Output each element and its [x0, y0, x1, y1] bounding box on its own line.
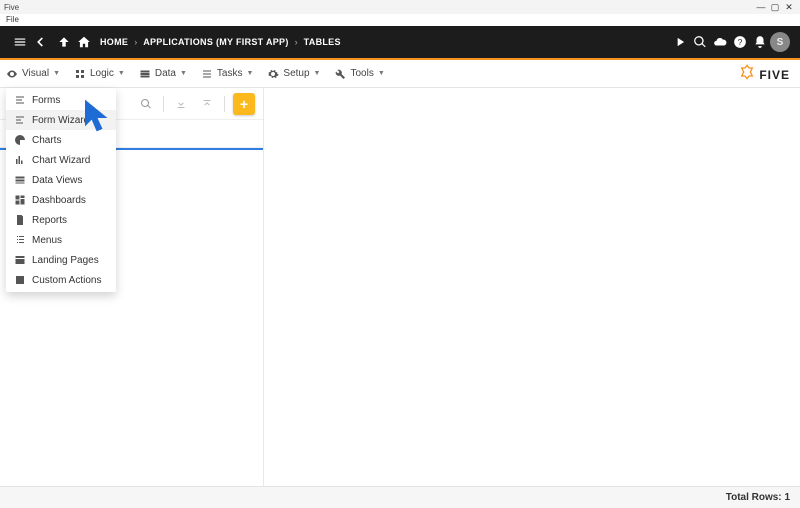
dropdown-item-label: Dashboards [32, 195, 86, 206]
toolbar-tools-label: Tools [350, 68, 373, 79]
dropdown-item-label: Charts [32, 135, 61, 146]
panel-divider [163, 96, 164, 112]
reports-icon [14, 214, 26, 226]
total-rows-label: Total Rows: [726, 492, 782, 503]
help-icon[interactable]: ? [730, 35, 750, 49]
toolbar-visual[interactable]: Visual▼ [6, 68, 60, 80]
toolbar-setup-label: Setup [283, 68, 309, 79]
window-title: Five [4, 3, 19, 12]
dropdown-item-form-wizard[interactable]: Form Wizard [6, 110, 116, 130]
dropdown-item-label: Menus [32, 235, 62, 246]
dropdown-item-charts[interactable]: Charts [6, 130, 116, 150]
dropdown-item-forms[interactable]: Forms [6, 90, 116, 110]
dropdown-item-label: Form Wizard [32, 115, 89, 126]
os-title-bar: Five — ▢ ✕ [0, 0, 800, 14]
svg-text:?: ? [738, 38, 743, 47]
nav-back-icon[interactable] [30, 35, 50, 49]
data-views-icon [14, 174, 26, 186]
eye-icon [6, 68, 18, 80]
toolbar-data[interactable]: Data▼ [139, 68, 187, 80]
charts-icon [14, 134, 26, 146]
search-icon[interactable] [690, 35, 710, 49]
dropdown-item-menus[interactable]: Menus [6, 230, 116, 250]
cloud-icon[interactable] [710, 35, 730, 49]
tasks-icon [201, 68, 213, 80]
nav-up-icon[interactable] [54, 35, 74, 49]
top-toolbar: Visual▼ Logic▼ Data▼ Tasks▼ Setup▼ Tools… [0, 60, 800, 88]
dropdown-item-label: Custom Actions [32, 275, 101, 286]
menu-file[interactable]: File [6, 15, 19, 24]
dropdown-item-custom-actions[interactable]: Custom Actions [6, 270, 116, 290]
menus-icon [14, 234, 26, 246]
panel-search-icon[interactable] [137, 95, 155, 113]
data-icon [139, 68, 151, 80]
dropdown-item-label: Reports [32, 215, 67, 226]
hamburger-icon[interactable] [10, 35, 30, 49]
dropdown-item-label: Chart Wizard [32, 155, 90, 166]
toolbar-data-label: Data [155, 68, 176, 79]
panel-import-icon[interactable] [172, 95, 190, 113]
toolbar-setup[interactable]: Setup▼ [267, 68, 320, 80]
visual-dropdown: Forms Form Wizard Charts Chart Wizard Da… [6, 88, 116, 292]
dropdown-item-label: Forms [32, 95, 60, 106]
dropdown-item-label: Landing Pages [32, 255, 99, 266]
toolbar-tasks[interactable]: Tasks▼ [201, 68, 254, 80]
window-maximize-button[interactable]: ▢ [768, 2, 782, 13]
toolbar-tasks-label: Tasks [217, 68, 243, 79]
gear-icon [267, 68, 279, 80]
window-close-button[interactable]: ✕ [782, 2, 796, 13]
total-rows-value: 1 [784, 492, 790, 503]
landing-pages-icon [14, 254, 26, 266]
dropdown-item-data-views[interactable]: Data Views [6, 170, 116, 190]
brand-icon [739, 64, 755, 85]
toolbar-visual-label: Visual [22, 68, 49, 79]
form-wizard-icon [14, 114, 26, 126]
breadcrumb-applications[interactable]: APPLICATIONS (MY FIRST APP) [137, 37, 294, 47]
main-panel [264, 88, 800, 486]
toolbar-logic-label: Logic [90, 68, 114, 79]
window-minimize-button[interactable]: — [754, 2, 768, 12]
user-avatar[interactable]: S [770, 32, 790, 52]
breadcrumb-home[interactable]: HOME [94, 37, 134, 47]
dropdown-item-dashboards[interactable]: Dashboards [6, 190, 116, 210]
dropdown-item-label: Data Views [32, 175, 82, 186]
add-button[interactable]: + [233, 93, 255, 115]
dropdown-item-reports[interactable]: Reports [6, 210, 116, 230]
brand-logo: FIVE [739, 64, 790, 85]
bell-icon[interactable] [750, 35, 770, 49]
home-icon[interactable] [74, 35, 94, 49]
toolbar-logic[interactable]: Logic▼ [74, 68, 125, 80]
content-area: + [0, 88, 800, 486]
dashboards-icon [14, 194, 26, 206]
nav-bar: HOME › APPLICATIONS (MY FIRST APP) › TAB… [0, 26, 800, 58]
breadcrumb-tables[interactable]: TABLES [298, 37, 347, 47]
panel-divider [224, 96, 225, 112]
dropdown-item-landing-pages[interactable]: Landing Pages [6, 250, 116, 270]
custom-actions-icon [14, 274, 26, 286]
chart-wizard-icon [14, 154, 26, 166]
run-icon[interactable] [670, 35, 690, 49]
panel-export-icon[interactable] [198, 95, 216, 113]
forms-icon [14, 94, 26, 106]
status-footer: Total Rows: 1 [0, 486, 800, 508]
logic-icon [74, 68, 86, 80]
app-menu-bar: File [0, 14, 800, 26]
brand-text: FIVE [759, 68, 790, 82]
tools-icon [334, 68, 346, 80]
dropdown-item-chart-wizard[interactable]: Chart Wizard [6, 150, 116, 170]
toolbar-tools[interactable]: Tools▼ [334, 68, 384, 80]
